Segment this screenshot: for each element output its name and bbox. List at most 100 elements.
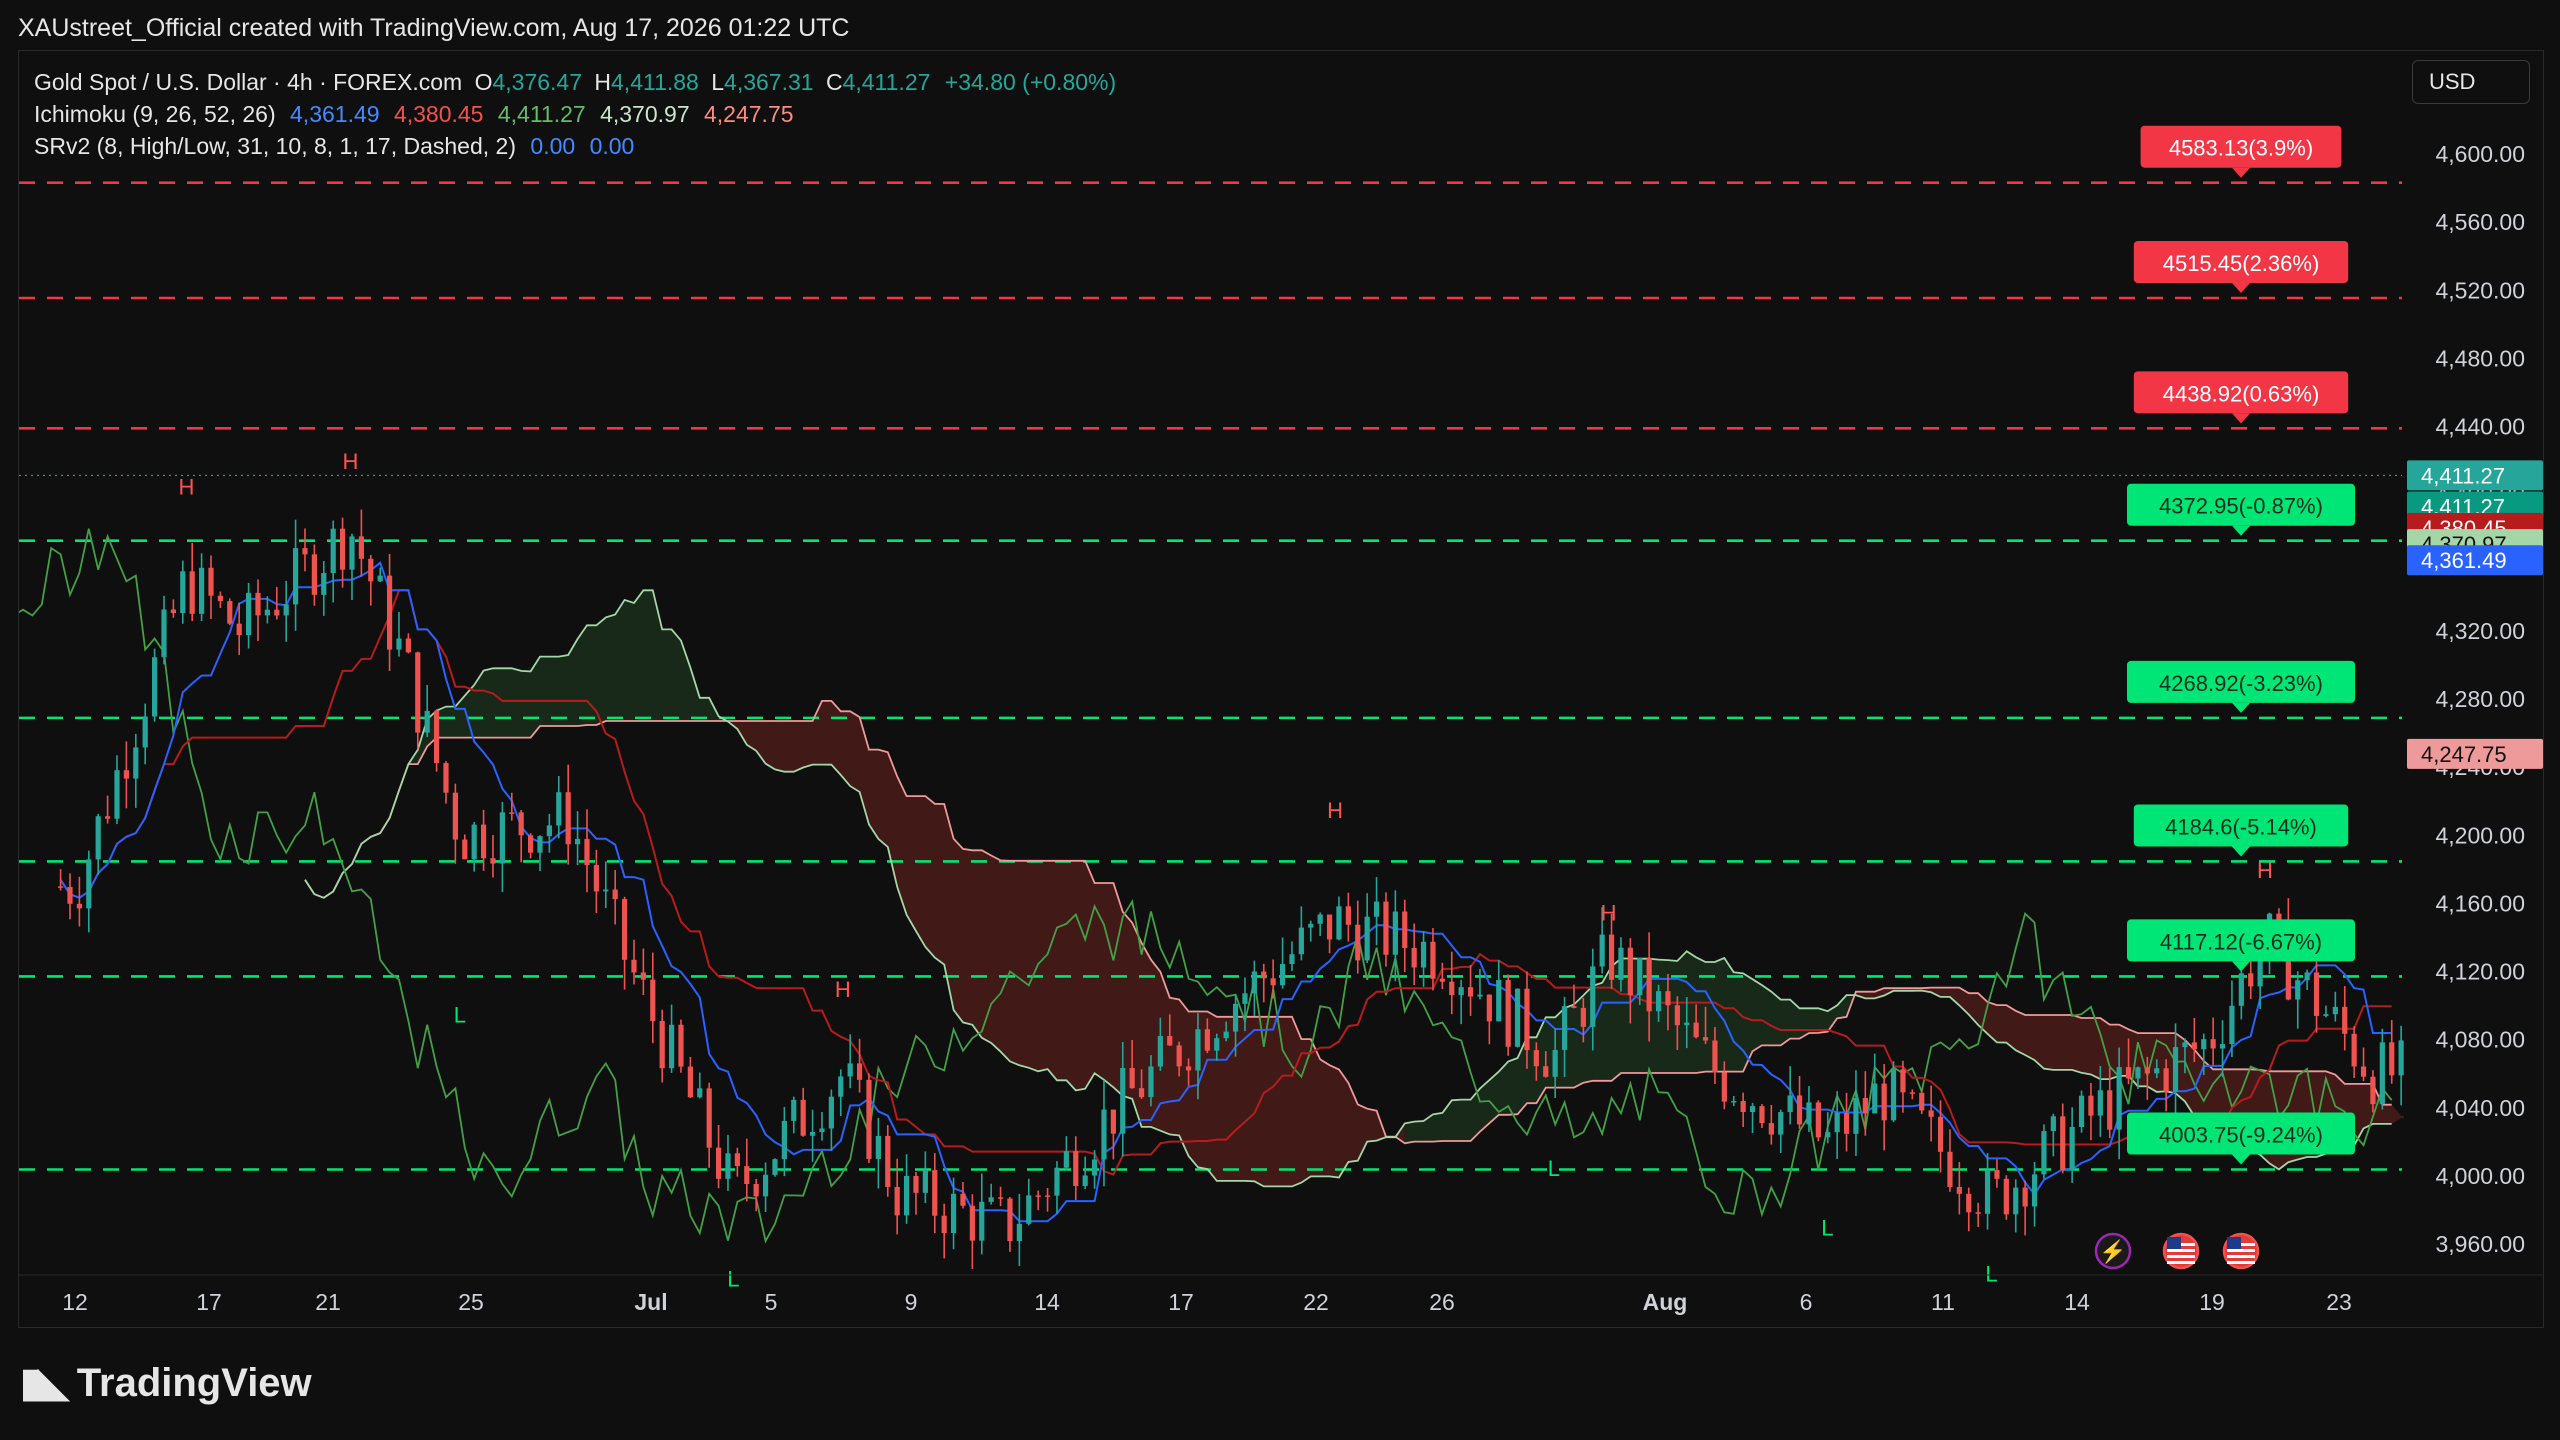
candle-body <box>415 652 421 733</box>
price-tick: 4,120.00 <box>2435 959 2525 985</box>
candle-body <box>1956 1186 1962 1194</box>
candle <box>339 517 346 588</box>
candle <box>86 850 92 933</box>
candle-body <box>1195 1029 1201 1071</box>
level-tag-label: 4515.45(2.36%) <box>2163 251 2320 276</box>
currency-button[interactable]: USD <box>2412 60 2530 104</box>
candle-body <box>2295 980 2301 1000</box>
legend-srv2-row[interactable]: SRv2 (8, High/Low, 31, 10, 8, 1, 17, Das… <box>34 130 1116 162</box>
price-chart[interactable]: HHLLHHLHLLHHLHLH 4583.13(3.9%)4515.45(2.… <box>13 51 2560 1327</box>
price-tick: 3,960.00 <box>2435 1231 2525 1257</box>
candle-body <box>1787 1095 1793 1113</box>
legend-ichimoku-row[interactable]: Ichimoku (9, 26, 52, 26) 4,361.49 4,380.… <box>34 98 1116 130</box>
candle <box>67 873 73 920</box>
candle-body <box>1364 916 1370 961</box>
candle-body <box>1026 1195 1032 1224</box>
candle-body <box>349 536 355 570</box>
candle-body <box>499 812 505 864</box>
candle-body <box>1214 1038 1220 1051</box>
candle <box>706 1082 712 1168</box>
candle <box>565 764 571 865</box>
candle <box>913 1171 919 1215</box>
candle-body <box>1684 1022 1690 1026</box>
candle <box>838 1069 844 1116</box>
span-b-value: 4,247.75 <box>704 101 794 127</box>
candle <box>1420 931 1427 987</box>
candle <box>734 1147 740 1177</box>
price-tick: 4,560.00 <box>2435 209 2525 235</box>
candle-body <box>1599 934 1605 967</box>
candle <box>809 1109 816 1162</box>
candle-body <box>1627 947 1633 996</box>
candle <box>744 1138 750 1202</box>
candle <box>997 1186 1004 1207</box>
candle <box>1373 877 1380 946</box>
candle <box>574 811 581 866</box>
candle-body <box>1815 1102 1821 1138</box>
candle-body <box>2304 972 2310 981</box>
chart-frame[interactable]: HHLLHHLHLLHHLHLH 4583.13(3.9%)4515.45(2.… <box>13 50 2560 1328</box>
candle-body <box>358 536 364 559</box>
candle-body <box>809 1132 816 1136</box>
candle-body <box>1712 1040 1718 1073</box>
candle <box>584 809 590 893</box>
candle-body <box>1947 1151 1953 1187</box>
pivot-high: H <box>1327 798 1343 823</box>
price-tick: 4,520.00 <box>2435 277 2525 303</box>
candle-body <box>1618 947 1624 980</box>
candle-body <box>1420 941 1427 968</box>
candle-body <box>1702 1037 1709 1041</box>
candle-body <box>1270 978 1276 986</box>
candle-body <box>997 1197 1004 1199</box>
candle-body <box>2313 972 2320 1016</box>
candle-body <box>471 824 477 860</box>
candle-body <box>2050 1116 2056 1132</box>
candle <box>2050 1113 2056 1157</box>
level-tag-label: 4438.92(0.63%) <box>2163 381 2320 406</box>
candle <box>2379 1028 2385 1110</box>
pivot-high: H <box>2257 858 2273 883</box>
candle <box>903 1154 910 1224</box>
level-tag-label: 4117.12(-6.67%) <box>2160 929 2322 954</box>
candle-body <box>631 959 637 973</box>
candle-body <box>762 1174 769 1197</box>
candle <box>349 533 355 601</box>
candle <box>2003 1175 2009 1220</box>
candle-body <box>1740 1101 1746 1113</box>
candle-body <box>687 1066 693 1098</box>
candle <box>1298 906 1304 961</box>
candle-body <box>1242 993 1248 1004</box>
candle <box>687 1056 693 1098</box>
candle <box>1261 963 1267 1003</box>
flag-stripe <box>2167 1255 2195 1258</box>
time-tick: 14 <box>1034 1289 1060 1315</box>
candle <box>546 813 552 853</box>
candle <box>255 579 261 642</box>
candle-body <box>1665 991 1671 1006</box>
level-tag-pointer <box>2232 282 2250 293</box>
candle-body <box>133 747 139 779</box>
candle-body <box>856 1063 863 1080</box>
candle-body <box>1890 1069 1897 1121</box>
candle-body <box>1975 1212 1981 1214</box>
candle-body <box>1120 1068 1126 1134</box>
candle-body <box>1392 911 1398 955</box>
candle-body <box>452 792 458 840</box>
candle-body <box>1477 994 1483 997</box>
candle-body <box>819 1128 825 1133</box>
candle-body <box>1129 1068 1135 1089</box>
candle-body <box>1994 1170 2000 1179</box>
candle-body <box>386 575 393 650</box>
candle <box>1486 994 1492 1045</box>
candle-body <box>2219 1044 2226 1049</box>
candle <box>1073 1136 1079 1201</box>
candle-body <box>772 1159 778 1175</box>
candle <box>245 582 252 649</box>
legend-symbol-row[interactable]: Gold Spot / U.S. Dollar · 4h · FOREX.com… <box>34 66 1116 98</box>
candle-body <box>1834 1113 1840 1133</box>
candle <box>1101 1080 1107 1187</box>
candle <box>932 1153 938 1234</box>
candle-body <box>2360 1066 2367 1077</box>
candle <box>1496 959 1502 1022</box>
candle-body <box>1167 1036 1173 1046</box>
